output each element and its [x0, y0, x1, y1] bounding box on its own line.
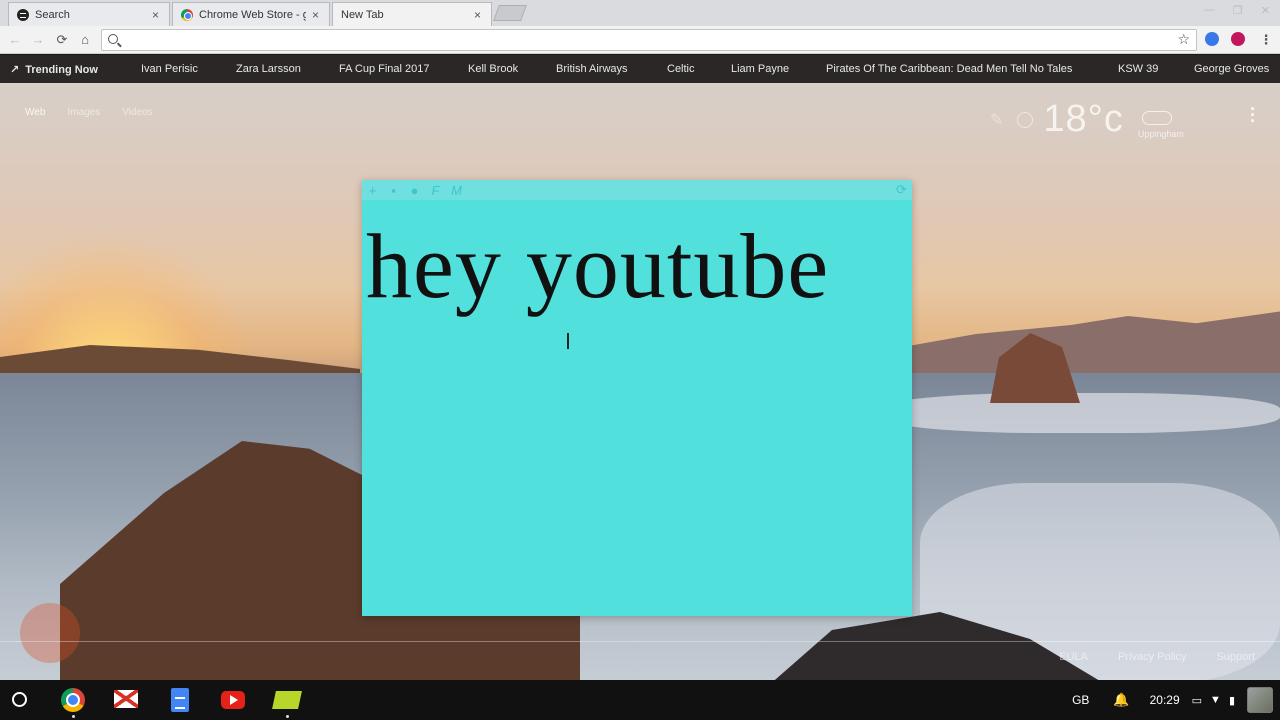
- trending-heading: ↗ Trending Now: [10, 63, 98, 77]
- text-cursor-icon: [567, 333, 569, 349]
- os-shelf: GB 🔔 20:29 ▭ ▼ ▮: [0, 680, 1280, 720]
- back-icon[interactable]: ←: [6, 31, 24, 49]
- color-picker-icon[interactable]: ●: [408, 183, 421, 198]
- menu-icon[interactable]: ⋮: [1257, 31, 1275, 49]
- trending-item[interactable]: Zara Larsson: [236, 63, 301, 75]
- extension-icon[interactable]: [1231, 32, 1245, 46]
- trending-arrow-icon: ↗: [10, 64, 20, 76]
- trending-item[interactable]: British Airways: [556, 63, 628, 75]
- refresh-icon[interactable]: ⟳: [895, 182, 908, 198]
- trending-item[interactable]: Celtic: [667, 63, 695, 75]
- footer-link-support[interactable]: Support: [1216, 651, 1255, 663]
- tab-close-icon[interactable]: ×: [312, 8, 319, 22]
- tab-close-icon[interactable]: ×: [474, 8, 481, 22]
- notification-bell-icon[interactable]: 🔔: [1113, 692, 1129, 708]
- weather-city: Uppingham: [1137, 128, 1184, 139]
- sticky-note[interactable]: + ▪ ● F M ⟳ hey youtube: [362, 180, 912, 616]
- new-tab-button[interactable]: [493, 5, 527, 21]
- forward-icon[interactable]: →: [29, 31, 47, 49]
- gmail-app-icon[interactable]: [114, 690, 138, 708]
- delete-note-icon[interactable]: ▪: [387, 183, 400, 198]
- note-text-area[interactable]: hey youtube: [362, 200, 912, 315]
- tab-title: Search: [35, 8, 70, 21]
- clock-icon[interactable]: [1017, 111, 1034, 128]
- pencil-icon[interactable]: ✎: [990, 110, 1003, 130]
- tab-new-tab[interactable]: New Tab ×: [332, 2, 492, 26]
- tab-search[interactable]: Search ×: [8, 2, 170, 26]
- minimize-icon[interactable]: —: [1204, 4, 1215, 17]
- close-window-icon[interactable]: ✕: [1261, 4, 1270, 17]
- facebook-share-icon[interactable]: F: [429, 183, 442, 198]
- note-toolbar: + ▪ ● F M ⟳: [362, 180, 912, 200]
- extension-icon[interactable]: [1205, 32, 1219, 46]
- notes-app-icon[interactable]: [272, 691, 302, 709]
- nav-web[interactable]: Web: [25, 107, 45, 118]
- reload-icon[interactable]: ⟳: [53, 31, 71, 49]
- trending-item[interactable]: Liam Payne: [731, 63, 789, 75]
- mail-share-icon[interactable]: M: [450, 183, 463, 198]
- newtab-menu-icon[interactable]: · · ·: [1250, 100, 1256, 130]
- nav-videos[interactable]: Videos: [122, 107, 152, 118]
- launcher-icon[interactable]: [12, 692, 27, 707]
- home-icon[interactable]: ⌂: [76, 31, 94, 49]
- wifi-icon: ▼: [1210, 694, 1221, 706]
- tab-chrome-web-store[interactable]: Chrome Web Store - goo ×: [172, 2, 330, 26]
- youtube-app-icon[interactable]: [221, 691, 245, 709]
- trending-item[interactable]: KSW 39: [1118, 63, 1158, 75]
- keyboard-layout: GB: [1072, 693, 1090, 707]
- trending-item[interactable]: Kell Brook: [468, 63, 518, 75]
- add-note-icon[interactable]: +: [366, 183, 379, 198]
- search-icon: [108, 34, 118, 44]
- tab-title: New Tab: [341, 8, 384, 21]
- trending-item[interactable]: Pirates Of The Caribbean: Dead Men Tell …: [826, 63, 1072, 75]
- trending-label: Trending Now: [25, 63, 98, 76]
- address-input[interactable]: [124, 32, 1164, 48]
- tab-close-icon[interactable]: ×: [152, 8, 159, 22]
- nav-images[interactable]: Images: [67, 107, 100, 118]
- weather-widget: ✎ 18°c Uppingham: [990, 98, 1184, 141]
- status-tray[interactable]: GB 🔔 20:29 ▭ ▼ ▮: [1072, 680, 1280, 720]
- bookmark-star-icon[interactable]: ☆: [1177, 31, 1190, 48]
- weather-temperature: 18°c: [1043, 98, 1124, 140]
- docs-app-icon[interactable]: [171, 688, 189, 712]
- weather-widget-icons: Uppingham: [1137, 103, 1184, 139]
- trending-bar: ↗ Trending Now Ivan Perisic Zara Larsson…: [0, 55, 1280, 83]
- search-type-nav: Web Images Videos: [25, 107, 153, 118]
- chrome-app-icon[interactable]: [61, 688, 85, 712]
- tab-title: Chrome Web Store - goo: [199, 8, 306, 21]
- battery-icon: ▮: [1228, 694, 1235, 707]
- window-controls: — ❐ ✕: [1204, 4, 1270, 17]
- footer-link-privacy[interactable]: Privacy Policy: [1118, 651, 1186, 663]
- trending-item[interactable]: FA Cup Final 2017: [339, 63, 430, 75]
- footer-link-eula[interactable]: EULA: [1059, 651, 1088, 663]
- footer-links: EULA Privacy Policy Support: [1059, 651, 1255, 663]
- tab-strip: Search × Chrome Web Store - goo × New Ta…: [0, 0, 1280, 26]
- footer-divider: [0, 641, 1280, 642]
- clock-time: 20:29: [1149, 693, 1180, 707]
- avatar[interactable]: [1247, 687, 1273, 713]
- trending-item[interactable]: George Groves: [1194, 63, 1269, 75]
- maximize-icon[interactable]: ❐: [1233, 4, 1243, 17]
- trending-item[interactable]: Ivan Perisic: [141, 63, 198, 75]
- spotify-icon: [17, 8, 29, 21]
- cloud-icon: [1141, 110, 1172, 125]
- browser-toolbar: ← → ⟳ ⌂ ☆ ⋮: [0, 26, 1280, 54]
- chrome-web-store-icon: [181, 8, 193, 21]
- screen-cast-icon: ▭: [1191, 694, 1203, 707]
- omnibox[interactable]: ☆: [101, 29, 1197, 51]
